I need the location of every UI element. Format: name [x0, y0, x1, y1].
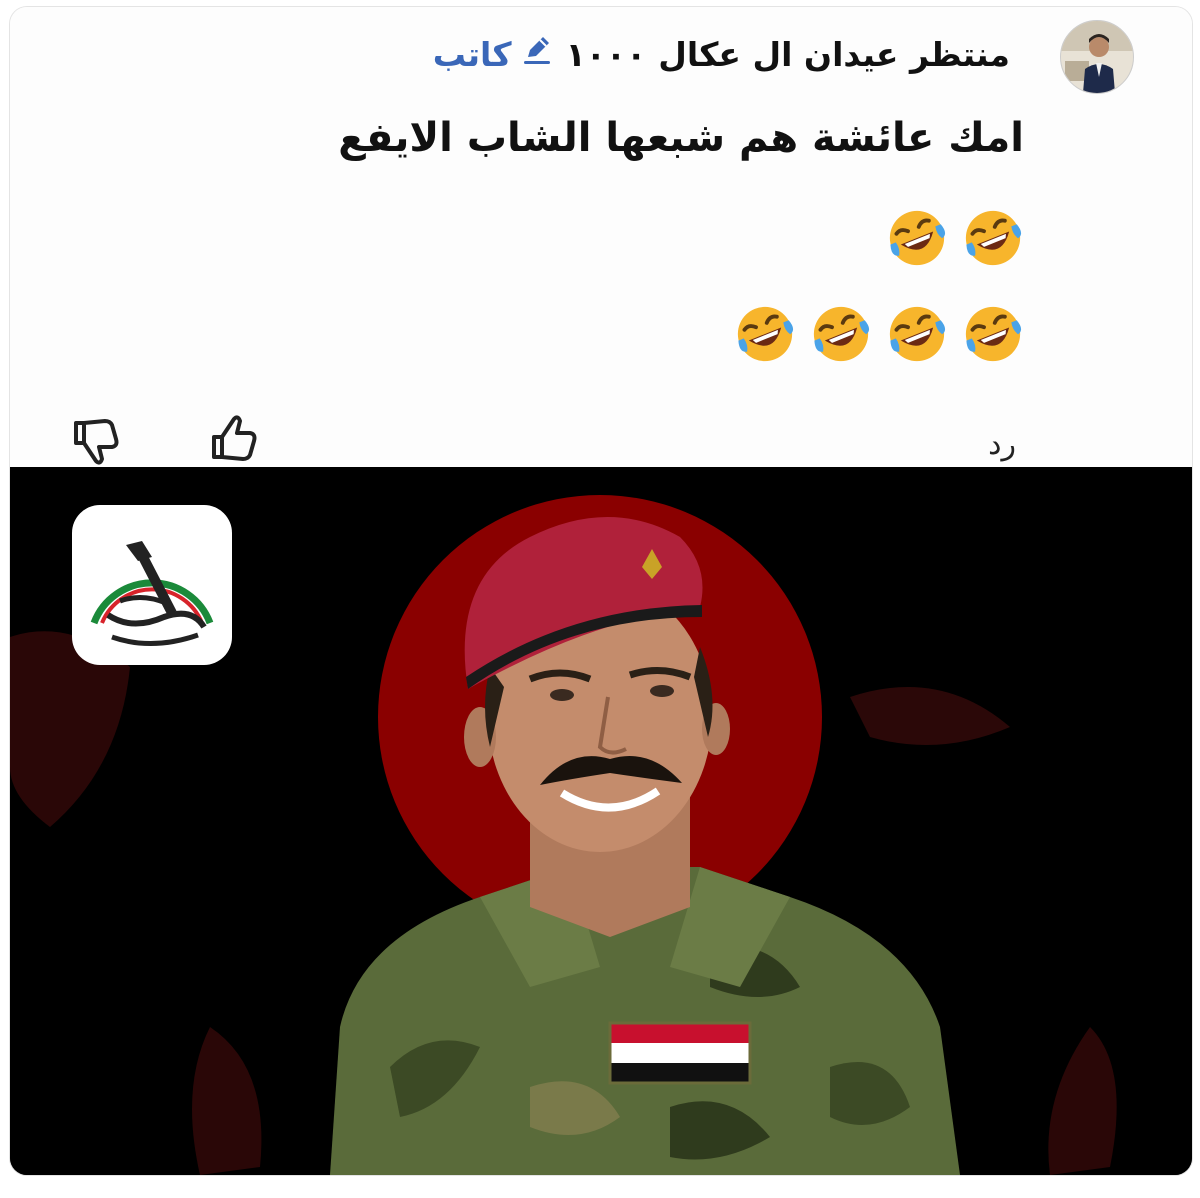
attached-photo[interactable]	[10, 467, 1192, 1175]
emoji-row	[734, 303, 1024, 369]
rolling-laughing-emoji	[810, 303, 872, 369]
emoji-row	[886, 207, 1024, 273]
username[interactable]: منتظر عيدان ال عكال	[658, 35, 1010, 74]
thumbs-down-icon[interactable]	[70, 419, 122, 467]
comment-section: منتظر عيدان ال عكال ١٠٠٠ كاتب امك عائشة …	[10, 7, 1192, 467]
comment-header: منتظر عيدان ال عكال ١٠٠٠ كاتب	[433, 33, 1010, 75]
rolling-laughing-emoji	[962, 207, 1024, 273]
flag-patch	[608, 1021, 752, 1085]
post-card: منتظر عيدان ال عكال ١٠٠٠ كاتب امك عائشة …	[9, 6, 1193, 1176]
avatar[interactable]	[1060, 20, 1134, 94]
rolling-laughing-emoji	[886, 207, 948, 273]
reply-button[interactable]: رد	[988, 427, 1016, 462]
rolling-laughing-emoji	[734, 303, 796, 369]
role-badge: كاتب	[433, 33, 554, 75]
hashd-emblem-icon	[72, 505, 232, 665]
rolling-laughing-emoji	[962, 303, 1024, 369]
comment-text: امك عائشة هم شبعها الشاب الايفع	[338, 115, 1024, 161]
rolling-laughing-emoji	[886, 303, 948, 369]
pencil-icon	[520, 33, 554, 75]
points-count: ١٠٠٠	[565, 34, 647, 74]
thumbs-up-icon[interactable]	[208, 413, 260, 461]
badge-label: كاتب	[432, 34, 512, 74]
